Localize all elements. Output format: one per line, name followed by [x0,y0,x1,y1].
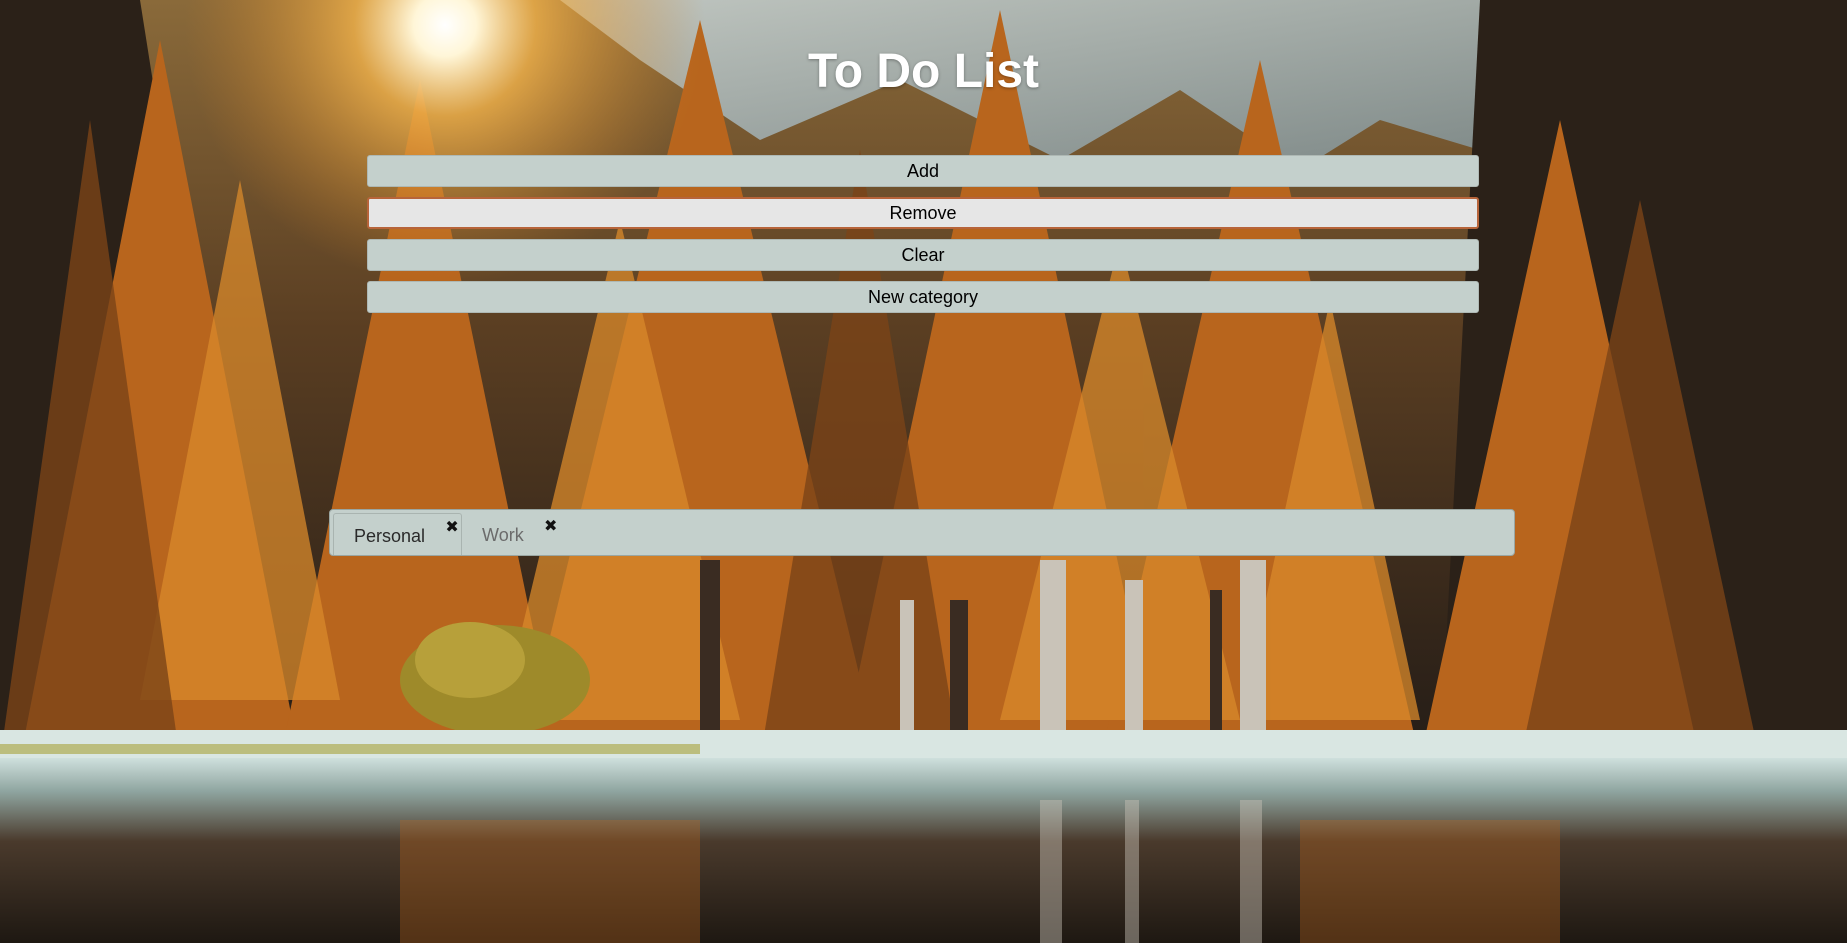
close-icon[interactable]: ✖ [443,519,461,537]
tab-label: Work [482,525,524,545]
new-category-button[interactable]: New category [367,281,1479,313]
tab-label: Personal [354,526,426,546]
tab-personal[interactable]: Personal ✖ [333,513,463,555]
action-buttons: Add Remove Clear New category [367,155,1479,323]
remove-button[interactable]: Remove [367,197,1479,229]
page-title: To Do List [807,45,1040,98]
forest-background-image [0,0,1847,943]
add-button[interactable]: Add [367,155,1479,187]
clear-button[interactable]: Clear [367,239,1479,271]
tab-work[interactable]: Work ✖ [462,513,560,555]
close-icon[interactable]: ✖ [542,518,560,536]
category-tabs: Personal ✖ Work ✖ [329,509,1515,556]
